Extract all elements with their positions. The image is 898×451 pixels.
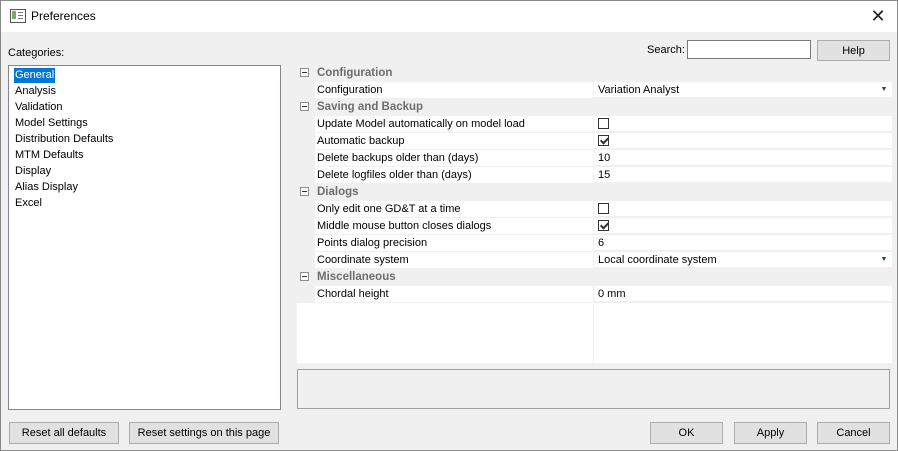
collapse-icon[interactable] (300, 272, 309, 281)
property-value (594, 133, 892, 149)
property-name: Delete logfiles older than (days) (315, 167, 593, 184)
property-value-text: Local coordinate system (598, 254, 717, 266)
close-icon[interactable]: ✕ (865, 4, 891, 28)
section-title: Saving and Backup (317, 101, 424, 113)
dropdown-arrow-icon[interactable]: ▼ (878, 254, 890, 266)
property-value-field[interactable]: 15 (594, 167, 892, 183)
section-title: Configuration (317, 67, 393, 79)
title-bar: Preferences ✕ (1, 1, 897, 32)
ok-button[interactable]: OK (650, 422, 723, 444)
grid-empty-area (297, 303, 593, 363)
collapse-icon[interactable] (300, 102, 309, 111)
description-panel (297, 369, 890, 409)
property-value-text: 0 mm (598, 288, 626, 300)
property-checkbox[interactable] (598, 220, 609, 231)
property-name: Automatic backup (315, 133, 593, 150)
property-name: Update Model automatically on model load (315, 116, 593, 133)
search-input[interactable] (687, 40, 811, 59)
property-checkbox[interactable] (598, 118, 609, 129)
category-item-mtm-defaults[interactable]: MTM Defaults (14, 148, 84, 163)
property-row: Chordal height 0 mm (297, 286, 892, 303)
property-name: Coordinate system (315, 252, 593, 269)
property-value-field[interactable]: 6 (594, 235, 892, 251)
category-item-model-settings[interactable]: Model Settings (14, 116, 89, 131)
section-header-configuration[interactable]: Configuration (297, 65, 892, 82)
property-row: Automatic backup (297, 133, 892, 150)
property-grid: Configuration Configuration Variation Anal… (297, 65, 892, 363)
property-row: Delete logfiles older than (days) 15 (297, 167, 892, 184)
section-title: Miscellaneous (317, 271, 396, 283)
window-title: Preferences (31, 9, 96, 23)
property-row: Middle mouse button closes dialogs (297, 218, 892, 235)
property-value (594, 116, 892, 132)
property-row: Delete backups older than (days) 10 (297, 150, 892, 167)
category-item-analysis[interactable]: Analysis (14, 84, 57, 99)
property-value-text: 10 (598, 152, 611, 164)
grid-empty-area (594, 303, 892, 363)
cancel-button[interactable]: Cancel (817, 422, 890, 444)
property-checkbox[interactable] (598, 135, 609, 146)
category-item-general[interactable]: General (14, 68, 56, 83)
property-name: Configuration (315, 82, 593, 99)
section-header-dialogs[interactable]: Dialogs (297, 184, 892, 201)
property-value-text: 15 (598, 169, 611, 181)
property-row: Configuration Variation Analyst ▼ (297, 82, 892, 99)
reset-page-settings-button[interactable]: Reset settings on this page (129, 422, 279, 444)
help-button[interactable]: Help (817, 40, 890, 61)
property-name: Only edit one GD&T at a time (315, 201, 593, 218)
preferences-dialog: Preferences ✕ Categories: General Analysi… (0, 0, 898, 451)
property-value-field[interactable]: 0 mm (594, 286, 892, 302)
property-row: Coordinate system Local coordinate system… (297, 252, 892, 269)
property-value (594, 201, 892, 217)
property-name: Delete backups older than (days) (315, 150, 593, 167)
section-title: Dialogs (317, 186, 359, 198)
search-label: Search: (647, 44, 685, 56)
collapse-icon[interactable] (300, 187, 309, 196)
apply-button[interactable]: Apply (734, 422, 807, 444)
property-name: Middle mouse button closes dialogs (315, 218, 593, 235)
categories-label: Categories: (8, 47, 65, 59)
property-value-text: 6 (598, 237, 605, 249)
category-item-display[interactable]: Display (14, 164, 52, 179)
property-row: Update Model automatically on model load (297, 116, 892, 133)
collapse-icon[interactable] (300, 68, 309, 77)
property-name: Chordal height (315, 286, 593, 303)
preferences-window-icon (10, 9, 26, 23)
property-value (594, 218, 892, 234)
section-header-saving-and-backup[interactable]: Saving and Backup (297, 99, 892, 116)
property-row: Only edit one GD&T at a time (297, 201, 892, 218)
category-item-excel[interactable]: Excel (14, 196, 43, 211)
categories-list[interactable]: General Analysis Validation Model Settings D… (8, 65, 281, 410)
category-item-validation[interactable]: Validation (14, 100, 64, 115)
property-dropdown[interactable]: Local coordinate system ▼ (594, 252, 892, 268)
category-item-distribution-defaults[interactable]: Distribution Defaults (14, 132, 114, 147)
property-value-text: Variation Analyst (598, 84, 680, 96)
category-item-alias-display[interactable]: Alias Display (14, 180, 79, 195)
property-checkbox[interactable] (598, 203, 609, 214)
property-name: Points dialog precision (315, 235, 593, 252)
property-row: Points dialog precision 6 (297, 235, 892, 252)
property-dropdown[interactable]: Variation Analyst ▼ (594, 82, 892, 98)
property-value-field[interactable]: 10 (594, 150, 892, 166)
dropdown-arrow-icon[interactable]: ▼ (878, 84, 890, 96)
section-header-miscellaneous[interactable]: Miscellaneous (297, 269, 892, 286)
reset-all-defaults-button[interactable]: Reset all defaults (9, 422, 119, 444)
